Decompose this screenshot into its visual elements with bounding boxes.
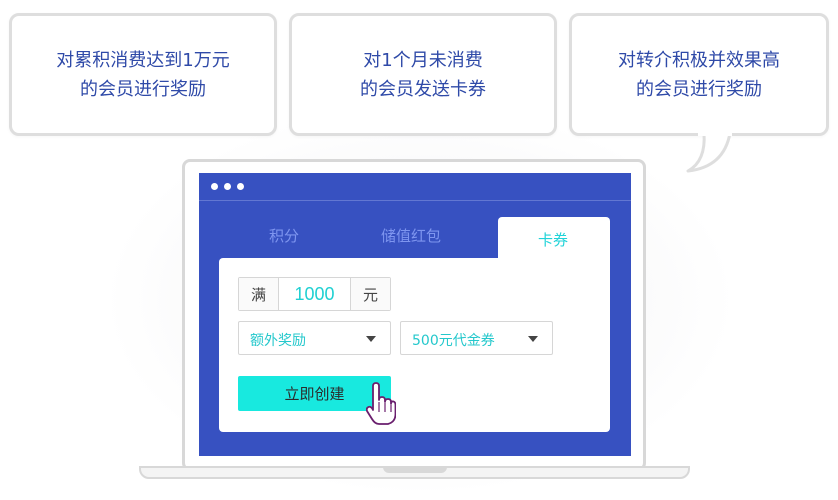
window-dots-icon xyxy=(237,183,244,190)
laptop-notch xyxy=(383,466,447,473)
bubble-line: 的会员进行奖励 xyxy=(636,78,762,100)
tab-stored-value[interactable]: 储值红包 xyxy=(381,225,441,246)
window-dots-icon xyxy=(224,183,231,190)
caret-down-icon xyxy=(528,336,538,342)
promo-illustration: 对累积消费达到1万元 的会员进行奖励 对1个月未消费 的会员发送卡券 对转介积极… xyxy=(0,0,838,500)
tab-coupon-label: 卡券 xyxy=(538,231,569,249)
coupon-value: 500元代金券 xyxy=(412,333,495,349)
bubble-line: 的会员进行奖励 xyxy=(79,78,206,100)
caret-down-icon xyxy=(366,336,376,342)
tab-points[interactable]: 积分 xyxy=(269,225,299,246)
bubble-line: 对转介积极并效果高 xyxy=(618,49,780,71)
amount-input-group: 满 1000 元 xyxy=(238,277,391,311)
bubble-line: 的会员发送卡券 xyxy=(360,78,486,100)
bubble-referral: 对转介积极并效果高 的会员进行奖励 xyxy=(569,13,829,136)
amount-prefix: 满 xyxy=(239,278,279,310)
window-dots-icon xyxy=(211,183,218,190)
coupon-panel: 满 1000 元 额外奖励 500元代金券 立即创建 xyxy=(219,258,610,432)
amount-input[interactable]: 1000 xyxy=(279,278,350,310)
bubble-cumulative-spend: 对累积消费达到1万元 的会员进行奖励 xyxy=(9,13,277,136)
bubble-tail-icon xyxy=(686,131,732,173)
bubble-inactive-member: 对1个月未消费 的会员发送卡券 xyxy=(289,13,557,136)
laptop-screen: 积分 储值红包 卡券 满 1000 元 额外奖励 500元代金券 立即创建 xyxy=(199,173,631,456)
bubble-line: 对1个月未消费 xyxy=(363,49,483,71)
tab-coupon[interactable]: 卡券 xyxy=(498,217,610,259)
reward-type-value: 额外奖励 xyxy=(250,333,306,349)
reward-type-select[interactable]: 额外奖励 xyxy=(238,321,391,355)
window-titlebar xyxy=(199,173,631,201)
hand-pointer-icon xyxy=(366,382,396,425)
amount-suffix: 元 xyxy=(350,278,390,310)
coupon-select[interactable]: 500元代金券 xyxy=(400,321,553,355)
bubble-line: 对累积消费达到1万元 xyxy=(56,49,230,71)
